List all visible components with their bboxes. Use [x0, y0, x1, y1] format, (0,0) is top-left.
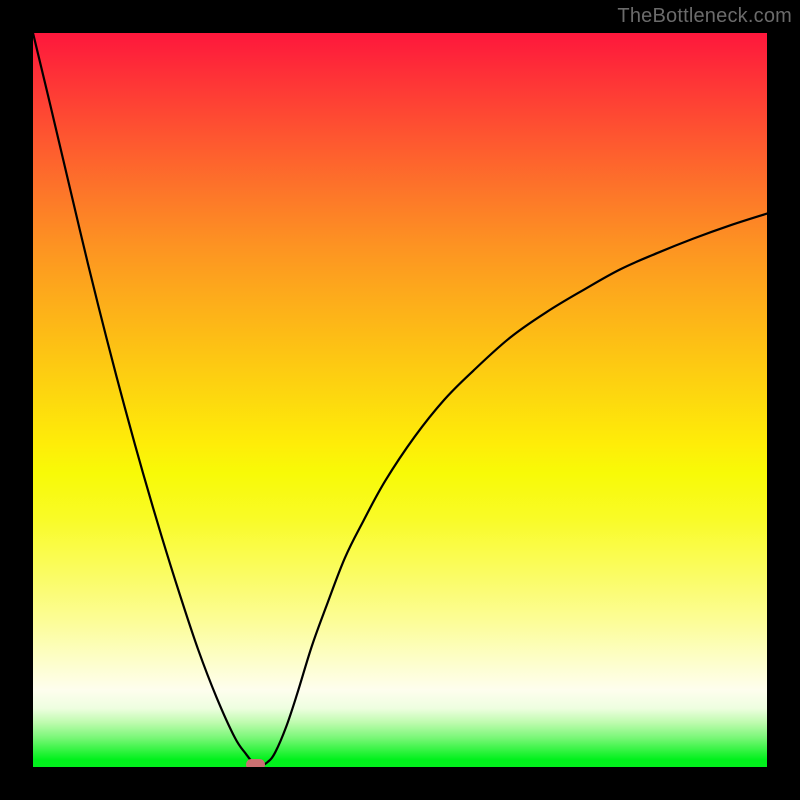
watermark-text: TheBottleneck.com — [617, 5, 792, 28]
chart-frame: TheBottleneck.com — [0, 0, 800, 800]
bottleneck-curve — [33, 33, 767, 767]
optimal-point-marker — [246, 759, 265, 767]
plot-area — [33, 33, 767, 767]
